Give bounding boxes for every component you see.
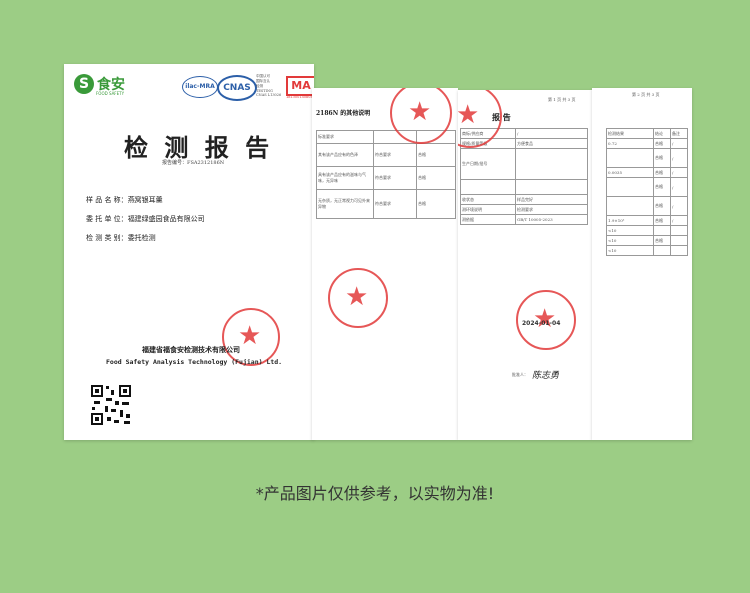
ilac-mra-logo-icon: ilac-MRA xyxy=(182,76,218,98)
report-page-1: 第 1 页 共 3 页 报 告 商标/供应商 / 规格/质量等级 方便食品 生产日期… xyxy=(458,90,592,440)
page-number: 第 2 页 共 3 页 xyxy=(632,92,660,97)
stamp-date: 2024-01-04 xyxy=(522,320,561,327)
cma-logo-icon: MA xyxy=(286,76,314,96)
cnas-accreditation-text: 中国认可 国际互认 检测 TESTING CNAS L13026 xyxy=(256,74,282,97)
cma-number: 181300140804 xyxy=(286,95,313,99)
org-name-en: Food Safety Analysis Technology (Fujian)… xyxy=(106,358,283,366)
brand-sub: FOOD SAFETY xyxy=(96,91,125,96)
report-cover-page: S 食安 FOOD SAFETY ilac-MRA CNAS 中国认可 国际互认… xyxy=(64,64,314,440)
notes-header: 2186N 的其他说明 xyxy=(316,110,371,117)
report-page-other-notes: 2186N 的其他说明 标准要求 其有该产品应有的色泽 符合要求 合格 具有该产品应… xyxy=(312,88,458,440)
client-row: 委 托 单 位：福建绿盛园食品有限公司 xyxy=(86,215,205,223)
report-number: 报告编号：FSA2312186N xyxy=(162,160,225,166)
disclaimer-caption: *产品图片仅供参考，以实物为准! xyxy=(255,484,495,503)
report-title: 检 测 报 告 xyxy=(124,133,274,162)
report-page-2: 第 2 页 共 3 页 检测结果 结论 备注 0.72 合格 / 合格/ 0.0035 合… xyxy=(592,88,692,440)
official-seal-icon: ★ xyxy=(328,268,388,328)
notes-table: 标准要求 其有该产品应有的色泽 符合要求 合格 具有该产品应有的滋味与气味，无异味符… xyxy=(316,130,456,219)
org-name-cn: 福建省福食安检测技术有限公司 xyxy=(142,345,240,354)
approver-label: 批准人： xyxy=(512,372,528,377)
qr-code-icon xyxy=(90,384,132,426)
sample-row: 样 品 名 称：燕窝银耳羹 xyxy=(86,196,163,204)
cnas-logo-icon: CNAS xyxy=(217,75,257,101)
food-safety-logo-icon: S xyxy=(74,74,94,94)
page-number: 第 1 页 共 3 页 xyxy=(548,97,576,102)
category-row: 检 测 类 别：委托检测 xyxy=(86,234,156,242)
results-table: 检测结果 结论 备注 0.72 合格 / 合格/ 0.0035 合格 / 合格 / 合格/ 1… xyxy=(606,128,688,256)
approver-signature: 陈志勇 xyxy=(532,371,560,381)
